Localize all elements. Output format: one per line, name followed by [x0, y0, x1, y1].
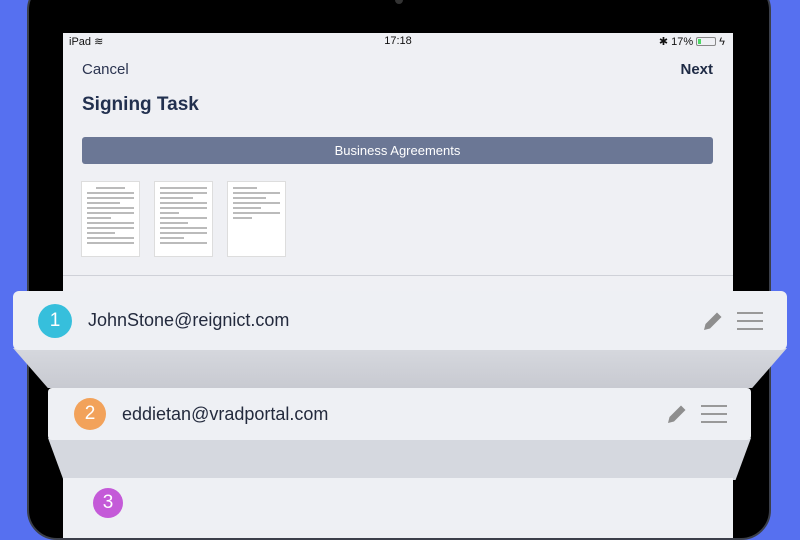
drag-handle-icon[interactable] — [737, 306, 763, 336]
signer-email: JohnStone@reignict.com — [88, 310, 290, 330]
signer-order-badge: 2 — [74, 398, 106, 430]
document-group-header[interactable]: Business Agreements — [82, 137, 713, 164]
charging-icon: ϟ — [719, 35, 725, 48]
page-title: Signing Task — [82, 94, 199, 115]
status-right: ✱ 17% ϟ — [658, 35, 725, 49]
fold-shadow — [48, 438, 751, 480]
document-thumbnail[interactable] — [154, 181, 213, 257]
fold-shadow — [13, 348, 787, 388]
signer-order-badge: 1 — [38, 303, 72, 338]
signer-row[interactable]: 3 — [63, 478, 733, 538]
status-bar: iPad ≋ 17:18 ✱ 17% ϟ — [63, 33, 733, 50]
drag-handle-icon[interactable] — [701, 399, 727, 429]
edit-pencil-icon[interactable] — [665, 402, 689, 426]
clock: 17:18 — [384, 35, 412, 47]
battery-percent: 17% — [671, 35, 694, 48]
bluetooth-icon: ✱ — [658, 36, 669, 48]
battery-icon — [696, 37, 717, 46]
document-thumbnail[interactable] — [81, 181, 140, 257]
divider — [63, 275, 733, 276]
document-thumbnail[interactable] — [227, 181, 286, 257]
edit-pencil-icon[interactable] — [701, 309, 725, 333]
signer-row[interactable]: 2 eddietan@vradportal.com — [48, 388, 751, 440]
next-button[interactable]: Next — [680, 61, 713, 78]
signer-row[interactable]: 1 JohnStone@reignict.com — [13, 291, 787, 350]
cancel-button[interactable]: Cancel — [82, 61, 129, 78]
signer-order-badge: 3 — [93, 488, 123, 518]
signer-email: eddietan@vradportal.com — [122, 403, 329, 424]
